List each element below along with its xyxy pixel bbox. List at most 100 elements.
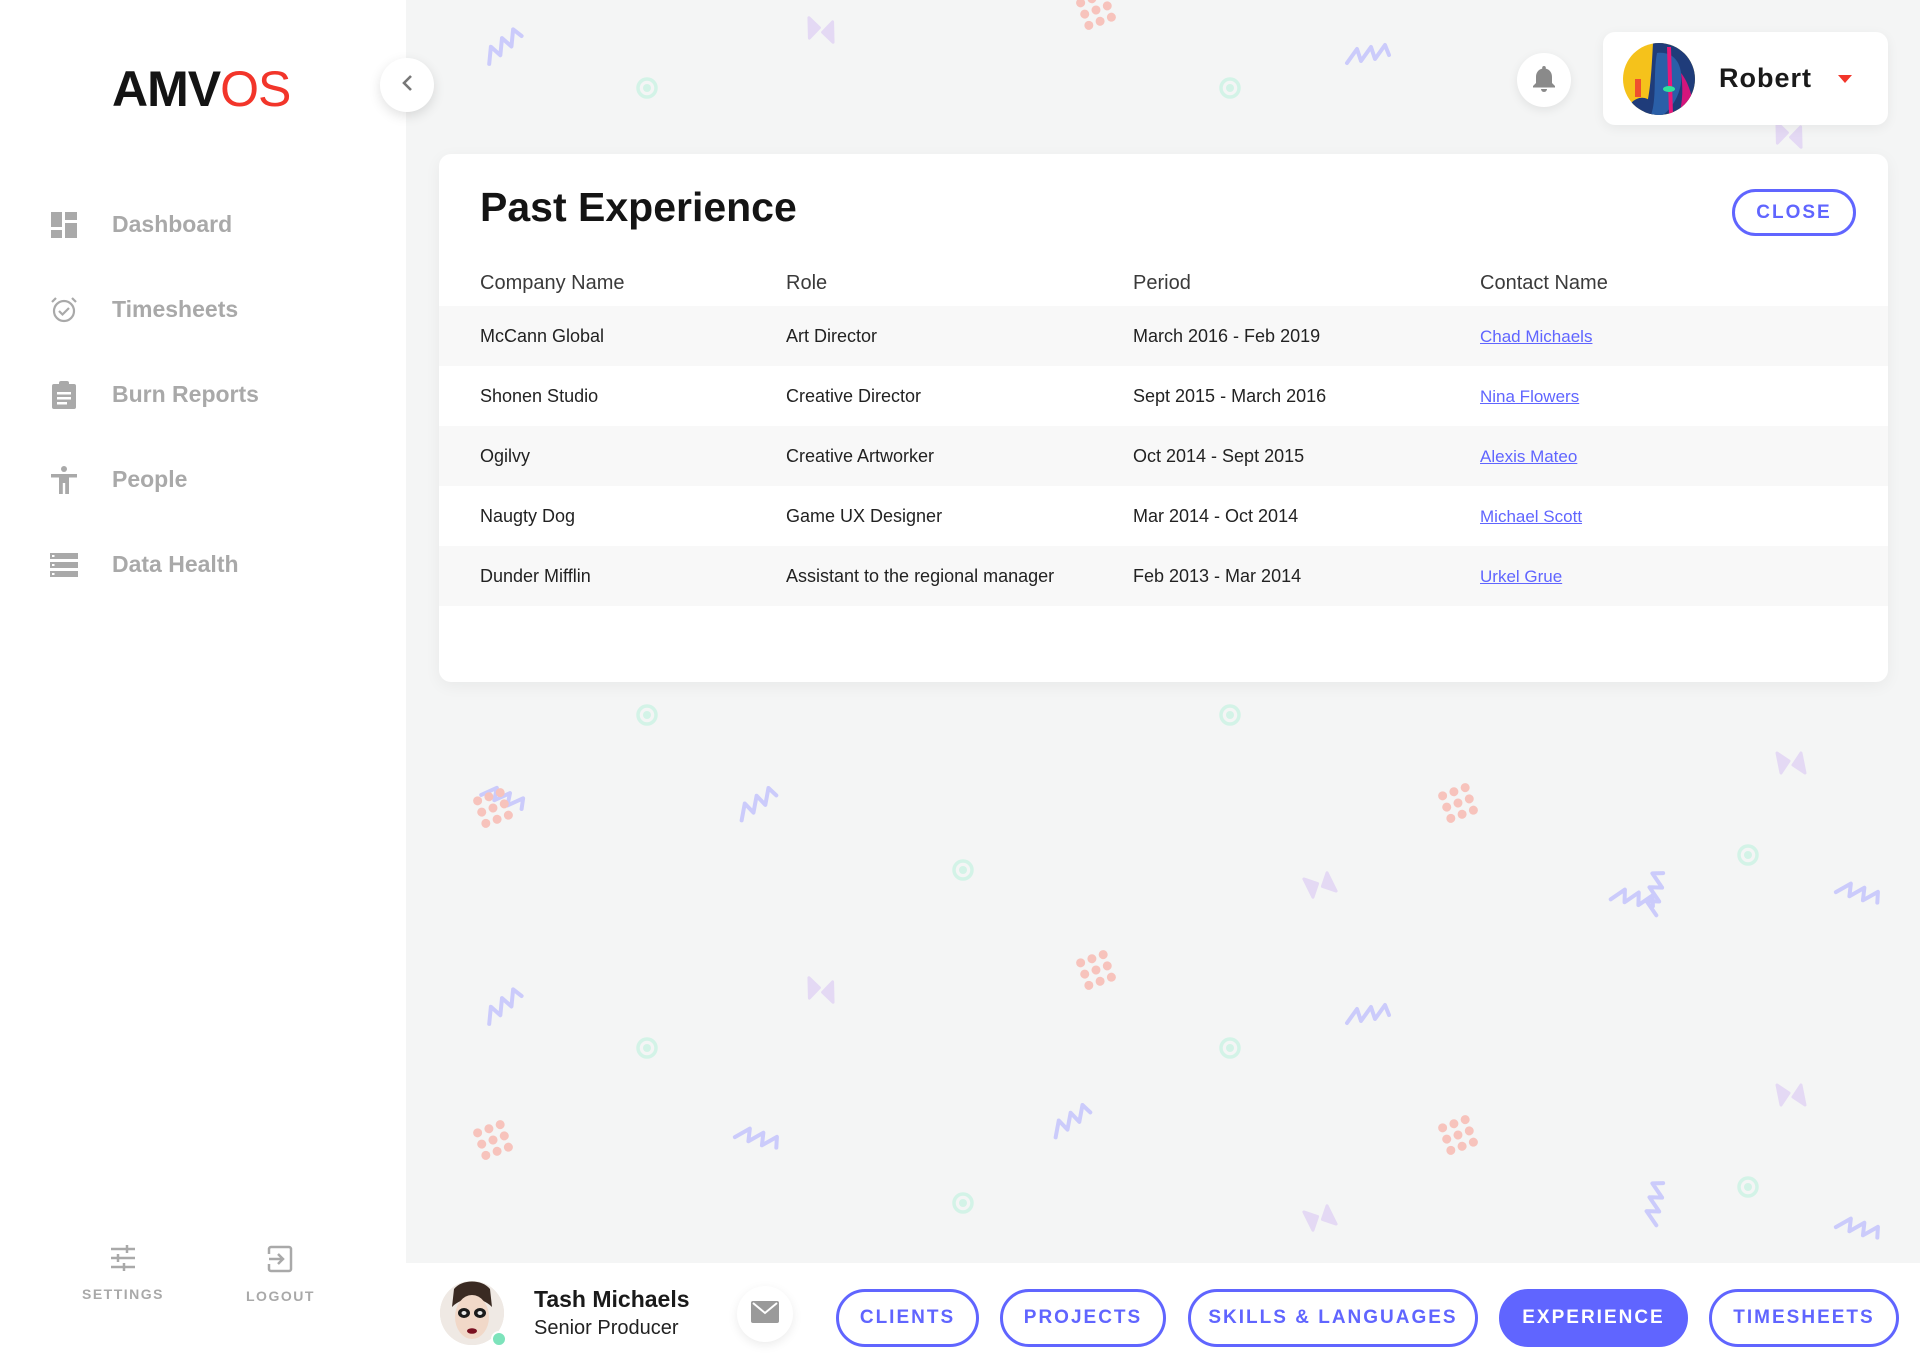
company-cell: Ogilvy bbox=[480, 445, 531, 466]
tab-experience[interactable]: EXPERIENCE bbox=[1499, 1289, 1688, 1347]
table-row: Naugty Dog Game UX Designer Mar 2014 - O… bbox=[439, 486, 1888, 546]
period-cell: Feb 2013 - Mar 2014 bbox=[1133, 565, 1302, 586]
tab-clients[interactable]: CLIENTS bbox=[836, 1289, 979, 1347]
contact-cell: Chad Michaels bbox=[1480, 306, 1888, 366]
caret-down-icon bbox=[1838, 74, 1852, 83]
contact-cell: Michael Scott bbox=[1480, 486, 1888, 546]
role-cell: Creative Artworker bbox=[786, 445, 935, 466]
zigzag-decoration bbox=[487, 987, 524, 1026]
server-icon bbox=[50, 551, 78, 579]
bow-decoration bbox=[1775, 751, 1807, 775]
table-row: McCann Global Art Director March 2016 - … bbox=[439, 306, 1888, 366]
company-cell: McCann Global bbox=[480, 325, 605, 346]
profile-summary: Tash Michaels Senior Producer bbox=[440, 1281, 690, 1347]
sidebar-item-label: Dashboard bbox=[112, 211, 233, 237]
logout-label: LOGOUT bbox=[246, 1288, 315, 1304]
period-cell: Sept 2015 - March 2016 bbox=[1133, 385, 1327, 406]
role-cell: Game UX Designer bbox=[786, 505, 943, 526]
tab-timesheets[interactable]: TIMESHEETS bbox=[1709, 1289, 1899, 1347]
contact-link[interactable]: Alexis Mateo bbox=[1480, 447, 1577, 466]
column-header-contact: Contact Name bbox=[1480, 272, 1608, 294]
zigzag-decoration bbox=[1345, 43, 1391, 65]
dashboard-icon bbox=[50, 211, 78, 239]
period-cell: Mar 2014 - Oct 2014 bbox=[1133, 505, 1299, 526]
contact-link[interactable]: Nina Flowers bbox=[1480, 387, 1579, 406]
contact-link[interactable]: Michael Scott bbox=[1480, 507, 1582, 526]
ring-decoration bbox=[636, 704, 658, 726]
message-button[interactable] bbox=[737, 1286, 793, 1342]
zigzag-decoration bbox=[1345, 1003, 1391, 1025]
sidebar-item-label: Burn Reports bbox=[112, 381, 259, 407]
envelope-icon bbox=[751, 1300, 779, 1328]
company-cell: Naugty Dog bbox=[480, 505, 576, 526]
sliders-icon bbox=[109, 1245, 137, 1276]
logout-button[interactable]: LOGOUT bbox=[246, 1245, 315, 1304]
sidebar-item-timesheets[interactable]: Timesheets bbox=[0, 267, 406, 352]
dots-decoration bbox=[1438, 783, 1478, 823]
bow-decoration bbox=[807, 16, 835, 44]
avatar bbox=[440, 1281, 507, 1347]
tab-projects[interactable]: PROJECTS bbox=[1000, 1289, 1166, 1347]
zigzag-decoration bbox=[1833, 881, 1880, 905]
online-status-dot bbox=[491, 1331, 507, 1347]
table-row: Dunder Mifflin Assistant to the regional… bbox=[439, 546, 1888, 606]
ring-decoration bbox=[1219, 1037, 1241, 1059]
company-cell: Shonen Studio bbox=[480, 385, 599, 406]
role-cell: Art Director bbox=[786, 325, 878, 346]
zigzag-decoration bbox=[739, 786, 779, 823]
clipboard-icon bbox=[50, 380, 78, 409]
profile-bar: Tash Michaels Senior Producer CLIENTS PR… bbox=[406, 1263, 1920, 1365]
zigzag-decoration bbox=[1833, 1216, 1880, 1240]
zigzag-decoration bbox=[1053, 1103, 1093, 1140]
sidebar-nav: Dashboard Timesheets Burn Reports People… bbox=[0, 182, 406, 607]
zigzag-decoration bbox=[732, 1126, 779, 1150]
dots-decoration bbox=[473, 1120, 513, 1160]
close-button[interactable]: CLOSE bbox=[1732, 189, 1856, 236]
bell-icon bbox=[1532, 64, 1556, 97]
contact-cell: Alexis Mateo bbox=[1480, 426, 1888, 486]
profile-title: Senior Producer bbox=[534, 1317, 679, 1339]
period-cell: March 2016 - Feb 2019 bbox=[1133, 325, 1321, 346]
notifications-button[interactable] bbox=[1517, 53, 1571, 107]
sidebar: AMVOS Dashboard Timesheets Burn Reports … bbox=[0, 0, 406, 1365]
sidebar-item-burn-reports[interactable]: Burn Reports bbox=[0, 352, 406, 437]
user-menu[interactable]: Robert bbox=[1603, 32, 1888, 125]
contact-link[interactable]: Chad Michaels bbox=[1480, 327, 1592, 346]
sidebar-item-dashboard[interactable]: Dashboard bbox=[0, 182, 406, 267]
ring-decoration bbox=[1737, 844, 1759, 866]
ring-decoration bbox=[636, 1037, 658, 1059]
contact-cell: Urkel Grue bbox=[1480, 546, 1888, 606]
bow-decoration bbox=[1775, 1083, 1807, 1107]
user-name: Robert bbox=[1719, 63, 1812, 93]
settings-label: SETTINGS bbox=[82, 1286, 165, 1302]
panel-title: Past Experience bbox=[480, 184, 797, 230]
contact-link[interactable]: Urkel Grue bbox=[1480, 567, 1562, 586]
logout-icon bbox=[267, 1245, 293, 1278]
profile-name: Tash Michaels bbox=[534, 1286, 690, 1312]
logo-accent: OS bbox=[220, 61, 291, 117]
ring-decoration bbox=[952, 859, 974, 881]
avatar bbox=[1623, 42, 1695, 115]
role-cell: Assistant to the regional manager bbox=[786, 565, 1055, 586]
zigzag-decoration bbox=[1644, 1181, 1666, 1228]
column-header-period: Period bbox=[1133, 272, 1191, 294]
ring-decoration bbox=[636, 77, 658, 99]
collapse-sidebar-button[interactable] bbox=[380, 58, 434, 112]
logo: AMVOS bbox=[112, 60, 291, 118]
tab-skills-languages[interactable]: SKILLS & LANGUAGES bbox=[1188, 1289, 1478, 1347]
contact-cell: Nina Flowers bbox=[1480, 366, 1888, 426]
bow-decoration bbox=[1302, 1204, 1338, 1232]
sidebar-item-people[interactable]: People bbox=[0, 437, 406, 522]
sidebar-item-label: People bbox=[112, 466, 188, 492]
dots-decoration bbox=[1076, 950, 1116, 990]
sidebar-item-data-health[interactable]: Data Health bbox=[0, 522, 406, 607]
bow-decoration bbox=[807, 976, 835, 1004]
ring-decoration bbox=[1219, 704, 1241, 726]
dots-decoration bbox=[1438, 1115, 1478, 1155]
table-row: Shonen Studio Creative Director Sept 201… bbox=[439, 366, 1888, 426]
table-row: Ogilvy Creative Artworker Oct 2014 - Sep… bbox=[439, 426, 1888, 486]
logo-primary: AMV bbox=[112, 61, 221, 117]
zigzag-decoration bbox=[487, 27, 524, 66]
column-header-role: Role bbox=[786, 272, 828, 294]
settings-button[interactable]: SETTINGS bbox=[82, 1245, 164, 1302]
